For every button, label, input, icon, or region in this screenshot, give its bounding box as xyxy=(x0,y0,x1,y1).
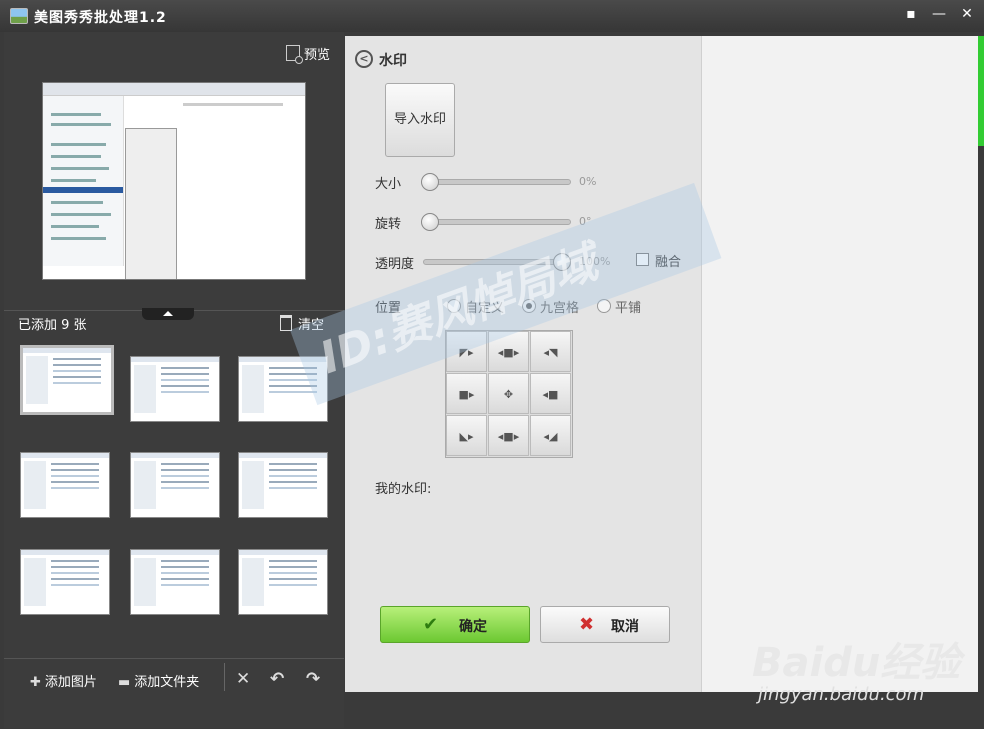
pos-top-right-icon[interactable]: ◂◥ xyxy=(530,331,571,372)
check-icon: ✔ xyxy=(423,614,439,635)
app-icon xyxy=(10,8,28,24)
add-image-label: 添加图片 xyxy=(44,675,97,690)
preview-label: 预览 xyxy=(304,48,331,63)
canvas-area xyxy=(701,36,978,692)
pos-center-icon[interactable]: ✥ xyxy=(488,373,529,414)
thumbnail[interactable] xyxy=(20,452,110,518)
thumbnail[interactable] xyxy=(238,549,328,615)
pos-bottom-left-icon[interactable]: ◣▸ xyxy=(446,415,487,456)
pos-middle-right-icon[interactable]: ◂■ xyxy=(530,373,571,414)
jingyan-url: jingyan.baidu.com xyxy=(758,684,925,705)
size-slider[interactable] xyxy=(423,179,571,185)
window-title: 美图秀秀批处理1.2 xyxy=(34,10,167,26)
thumbnail[interactable] xyxy=(20,345,114,415)
bottom-toolbar: ✚ 添加图片 ▬ 添加文件夹 ✕ ↶ ↷ xyxy=(4,658,344,729)
size-label: 大小 xyxy=(375,177,402,192)
preview-image xyxy=(42,82,306,280)
rotate-slider-knob[interactable] xyxy=(421,213,439,231)
delete-icon[interactable]: ✕ xyxy=(236,669,250,689)
size-value: 0% xyxy=(579,175,597,188)
baidu-logo: Baidu经验 xyxy=(752,640,961,686)
added-count: 已添加 9 张 xyxy=(18,318,87,333)
opacity-label: 透明度 xyxy=(375,257,415,272)
feedback-icon[interactable]: ▪ xyxy=(900,4,922,24)
add-image-button[interactable]: ✚ 添加图片 xyxy=(30,671,97,690)
back-icon[interactable]: < xyxy=(355,50,373,68)
size-slider-knob[interactable] xyxy=(421,173,439,191)
rotate-right-icon[interactable]: ↷ xyxy=(306,669,320,689)
green-edge xyxy=(978,36,984,146)
pos-middle-left-icon[interactable]: ■▸ xyxy=(446,373,487,414)
title-bar: 美图秀秀批处理1.2 ▪ — ✕ xyxy=(0,0,984,32)
preview-button[interactable]: 预览 xyxy=(286,44,331,64)
thumbnail[interactable] xyxy=(20,549,110,615)
panel-title: 水印 xyxy=(379,53,407,69)
rotate-slider[interactable] xyxy=(423,219,571,225)
rotate-label: 旋转 xyxy=(375,217,402,232)
x-icon: ✖ xyxy=(579,614,595,635)
ok-button[interactable]: ✔ 确定 xyxy=(380,606,530,643)
add-folder-button[interactable]: ▬ 添加文件夹 xyxy=(118,671,199,690)
radio-tile-label: 平铺 xyxy=(615,301,642,316)
pos-bottom-right-icon[interactable]: ◂◢ xyxy=(530,415,571,456)
rotate-left-icon[interactable]: ↶ xyxy=(270,669,284,689)
preview-icon xyxy=(286,45,303,64)
pos-bottom-center-icon[interactable]: ◂■▸ xyxy=(488,415,529,456)
thumbnail[interactable] xyxy=(130,452,220,518)
folder-icon: ▬ xyxy=(118,675,131,690)
plus-icon: ✚ xyxy=(30,675,41,690)
thumbnail[interactable] xyxy=(238,452,328,518)
thumbnail[interactable] xyxy=(130,549,220,615)
close-icon[interactable]: ✕ xyxy=(956,4,978,24)
add-folder-label: 添加文件夹 xyxy=(134,675,200,690)
ok-label: 确定 xyxy=(459,619,487,635)
import-watermark-button[interactable]: 导入水印 xyxy=(385,83,455,157)
minimize-icon[interactable]: — xyxy=(928,4,950,24)
my-watermark-label: 我的水印: xyxy=(375,482,432,497)
collapse-toggle[interactable] xyxy=(142,308,194,320)
cancel-button[interactable]: ✖ 取消 xyxy=(540,606,670,643)
cancel-label: 取消 xyxy=(611,619,639,635)
thumbnail[interactable] xyxy=(130,356,220,422)
left-panel: 预览 已添加 9 张 清空 ✚ 添加图片 ▬ 添加文件夹 ✕ ↶ ↷ xyxy=(4,32,344,728)
